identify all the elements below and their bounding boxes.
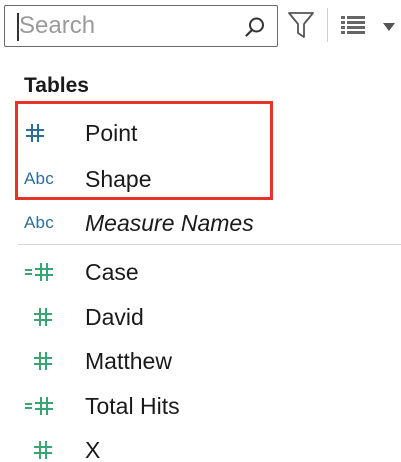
field-david[interactable]: David [0,297,401,337]
toolbar-divider [327,8,328,42]
number-type-icon [24,302,72,332]
search-input[interactable] [5,8,225,44]
field-label: X [85,436,101,462]
field-total-hits[interactable]: Total Hits [0,386,401,426]
search-box[interactable] [4,5,278,47]
field-label: Point [85,119,138,146]
data-pane-toolbar [0,0,401,58]
number-type-icon [24,346,72,376]
field-label: Case [85,258,139,285]
field-shape[interactable]: Abc Shape [0,159,401,199]
field-matthew[interactable]: Matthew [0,341,401,381]
string-type-label: Abc [24,213,54,232]
section-title: Tables [24,74,89,97]
string-type-icon: Abc [24,208,72,238]
string-type-icon: Abc [24,164,72,194]
field-case[interactable]: Case [0,252,401,292]
calculated-number-icon [24,257,72,287]
string-type-label: Abc [24,169,54,188]
search-icon[interactable] [243,15,267,39]
calculated-number-icon [24,391,72,421]
section-divider [18,244,401,245]
field-label: Matthew [85,347,172,374]
number-type-icon [24,435,72,462]
field-label: Total Hits [85,392,180,419]
field-measure-names[interactable]: Abc Measure Names [0,203,401,243]
chevron-down-icon[interactable] [382,22,396,32]
field-label: David [85,303,144,330]
field-label: Shape [85,165,152,192]
list-view-icon[interactable] [340,15,366,35]
field-point[interactable]: Point [0,113,401,153]
number-type-icon [24,118,72,148]
field-label: Measure Names [85,209,254,236]
field-x[interactable]: X [0,430,401,462]
text-cursor [17,13,19,41]
filter-icon[interactable] [287,10,315,40]
